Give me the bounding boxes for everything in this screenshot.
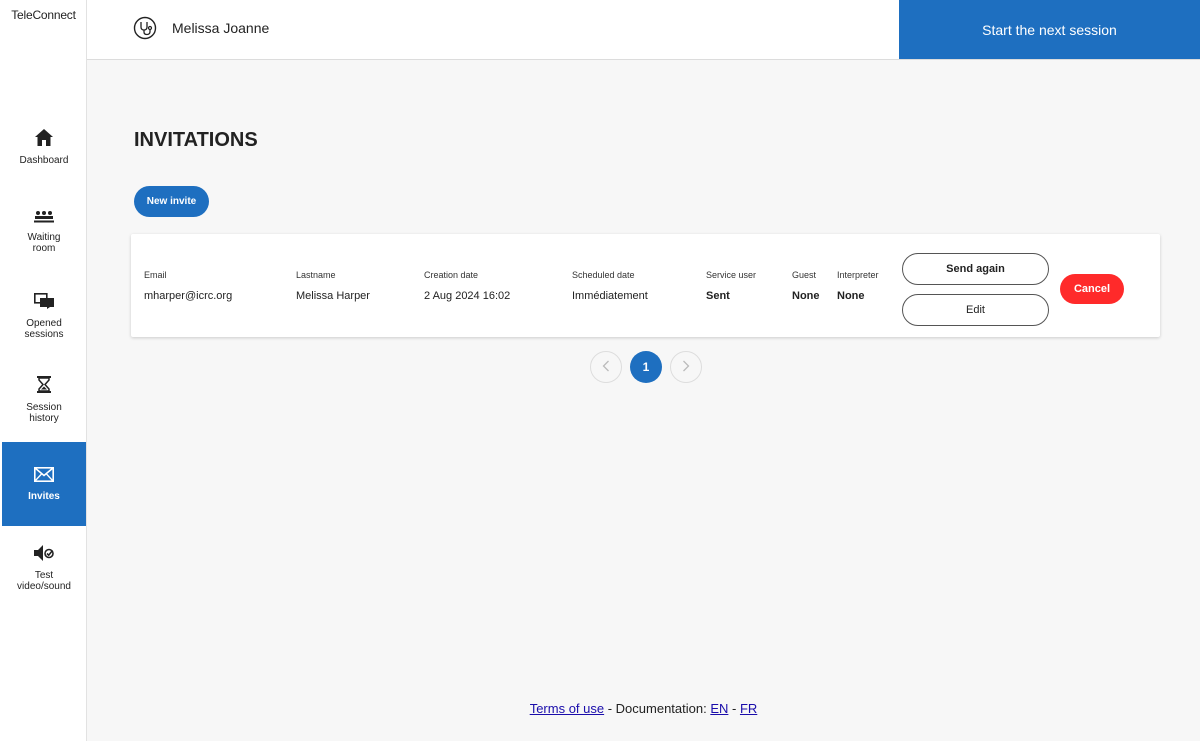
column-header: Email	[144, 270, 167, 280]
column-header: Guest	[792, 270, 817, 280]
footer: Terms of use - Documentation: EN - FR	[0, 701, 1200, 716]
chevron-right-icon	[682, 360, 690, 375]
documentation-en-link[interactable]: EN	[710, 701, 728, 716]
footer-documentation-label: - Documentation:	[604, 701, 711, 716]
hourglass-icon	[37, 376, 51, 396]
sidebar-item-session-history[interactable]: Session history	[2, 358, 86, 442]
stethoscope-icon	[133, 16, 157, 40]
sidebar-item-label: Opened sessions	[24, 317, 64, 340]
invite-interpreter: None	[837, 290, 865, 302]
prev-page-button[interactable]	[590, 351, 622, 383]
sidebar-item-label: Test video/sound	[17, 569, 71, 592]
invite-card: Email mharper@icrc.org Lastname Melissa …	[131, 234, 1160, 337]
start-next-session-button[interactable]: Start the next session	[899, 0, 1200, 59]
next-page-button[interactable]	[670, 351, 702, 383]
sidebar-item-label: Dashboard	[19, 154, 69, 166]
cancel-button[interactable]: Cancel	[1060, 274, 1124, 304]
sidebar-item-opened-sessions[interactable]: Opened sessions	[2, 274, 86, 358]
column-header: Scheduled date	[572, 270, 635, 280]
invite-guest: None	[792, 290, 820, 302]
invite-email: mharper@icrc.org	[144, 290, 233, 302]
column-header: Interpreter	[837, 270, 879, 280]
top-bar: Melissa Joanne Start the next session	[87, 0, 1200, 60]
documentation-fr-link[interactable]: FR	[740, 701, 757, 716]
footer-separator: -	[728, 701, 740, 716]
sidebar-item-invites[interactable]: Invites	[2, 442, 86, 526]
page-title: INVITATIONS	[134, 129, 258, 151]
user-info: Melissa Joanne	[133, 16, 269, 40]
waiting-room-icon	[34, 210, 54, 226]
invite-service-user-status: Sent	[706, 290, 730, 302]
edit-button[interactable]: Edit	[902, 294, 1049, 326]
home-icon	[35, 128, 53, 149]
new-invite-button[interactable]: New invite	[134, 186, 209, 217]
invite-creation-date: 2 Aug 2024 16:02	[424, 290, 511, 302]
send-again-button[interactable]: Send again	[902, 253, 1049, 285]
column-header: Creation date	[424, 270, 479, 280]
invite-scheduled-date: Immédiatement	[572, 290, 648, 302]
sidebar: TeleConnect Dashboard Waiting room Opene…	[0, 0, 87, 741]
sidebar-item-label: Waiting room	[27, 231, 61, 254]
sidebar-item-test-video-sound[interactable]: Test video/sound	[2, 526, 86, 610]
column-header: Lastname	[296, 270, 336, 280]
pagination: 1	[590, 351, 710, 383]
invite-lastname: Melissa Harper	[296, 290, 370, 302]
column-header: Service user	[706, 270, 757, 280]
terms-of-use-link[interactable]: Terms of use	[530, 701, 604, 716]
envelope-icon	[34, 466, 54, 485]
app-logo: TeleConnect	[11, 8, 76, 22]
page-button-current[interactable]: 1	[630, 351, 662, 383]
sidebar-item-label: Session history	[26, 402, 62, 424]
sidebar-item-waiting-room[interactable]: Waiting room	[2, 190, 86, 274]
sidebar-item-label: Invites	[28, 490, 60, 502]
user-name: Melissa Joanne	[172, 20, 270, 36]
chat-icon	[34, 292, 54, 312]
speaker-check-icon	[34, 544, 54, 564]
chevron-left-icon	[602, 360, 610, 375]
sidebar-item-dashboard[interactable]: Dashboard	[2, 105, 86, 189]
